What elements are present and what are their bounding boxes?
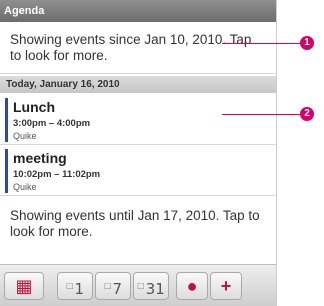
plus-icon: + (220, 276, 232, 296)
day-view-icon: □1 (65, 280, 85, 298)
event-title: meeting (13, 150, 67, 166)
week-view-button[interactable]: □7 (95, 272, 131, 300)
event-time: 3:00pm – 4:00pm (13, 118, 91, 129)
week-view-icon: □7 (103, 280, 123, 298)
calendar-grid-icon: ▦ (15, 276, 33, 296)
event-time: 10:02pm – 11:02pm (13, 169, 101, 180)
callout-line-2 (222, 114, 300, 115)
events-since-prompt[interactable]: Showing events since Jan 10, 2010. Tap t… (0, 22, 276, 74)
month-view-button[interactable]: □31 (133, 272, 169, 300)
event-item-lunch[interactable]: Lunch 3:00pm – 4:00pm Quike (0, 95, 276, 145)
event-item-meeting[interactable]: meeting 10:02pm – 11:02pm Quike (0, 146, 276, 196)
event-calendar: Quike (13, 182, 37, 192)
calendar-app: Agenda Showing events since Jan 10, 2010… (0, 0, 277, 306)
month-view-icon: □31 (137, 280, 165, 298)
event-title: Lunch (13, 99, 55, 115)
callout-line-1 (222, 43, 300, 44)
speech-bubble-icon: ● (186, 276, 198, 296)
events-until-prompt[interactable]: Showing events until Jan 17, 2010. Tap t… (0, 198, 276, 240)
day-header: Today, January 16, 2010 (0, 76, 276, 93)
callout-badge-2: 2 (300, 107, 314, 121)
event-color-bar (5, 98, 8, 142)
bottom-toolbar: ▦ □1 □7 □31 ● + (0, 264, 276, 306)
app-title: Agenda (0, 0, 276, 22)
callout-badge-1: 1 (300, 36, 314, 50)
add-event-button[interactable]: + (210, 272, 242, 300)
agenda-view-button[interactable]: ▦ (4, 272, 44, 300)
event-calendar: Quike (13, 131, 37, 141)
day-view-button[interactable]: □1 (57, 272, 93, 300)
event-color-bar (5, 149, 8, 193)
search-button[interactable]: ● (176, 272, 208, 300)
